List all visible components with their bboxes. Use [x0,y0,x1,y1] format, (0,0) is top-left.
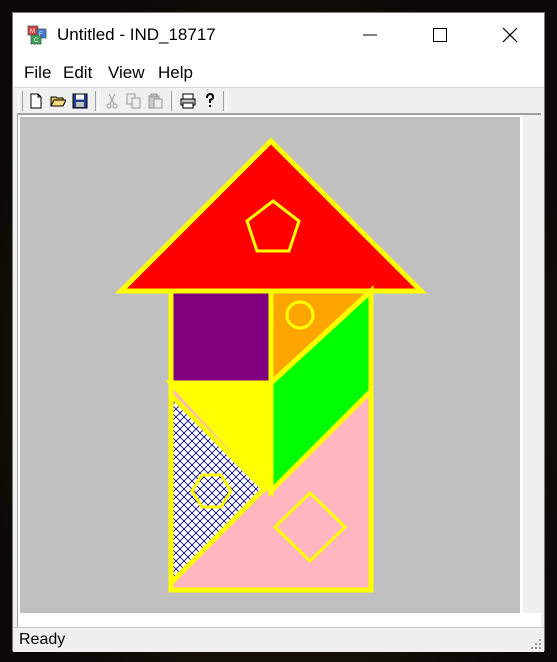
maximize-icon [433,28,447,42]
status-text: Ready [19,631,66,648]
cut-icon [106,93,118,109]
copy-icon [126,93,141,109]
horizontal-scrollbar[interactable] [18,613,541,627]
window-title: Untitled - IND_18717 [57,25,216,44]
minimize-icon [363,34,377,36]
save-icon [72,93,88,109]
help-icon [206,93,215,107]
menu-view[interactable]: View [108,63,145,83]
help-button[interactable] [199,90,221,112]
minimize-button[interactable] [335,13,405,57]
print-icon [180,93,196,109]
toolbar [13,87,544,114]
new-icon [30,93,42,109]
document-view[interactable] [17,113,541,627]
app-icon: M F C [27,25,47,45]
menu-bar: File Edit View Help [13,57,544,87]
toolbar-separator [223,91,227,111]
title-bar[interactable]: M F C Untitled - IND_18717 [13,13,544,57]
drawing-canvas[interactable] [20,117,520,614]
app-window: M F C Untitled - IND_18717 File Edit Vie… [12,12,545,652]
menu-edit[interactable]: Edit [63,63,92,83]
maximize-button[interactable] [405,13,475,57]
save-button[interactable] [69,90,91,112]
toolbar-separator [95,91,99,111]
print-button[interactable] [177,90,199,112]
toolbar-grip[interactable] [18,91,23,111]
size-grip-icon[interactable] [530,638,542,650]
toolbar-separator [171,91,175,111]
cut-button[interactable] [101,90,123,112]
status-bar: Ready [13,627,544,652]
paste-button[interactable] [145,90,167,112]
close-icon [502,27,518,43]
copy-button[interactable] [123,90,145,112]
drawing [114,137,428,593]
roof-triangle [114,137,428,294]
paste-icon [148,93,163,109]
open-icon [50,96,66,107]
menu-help[interactable]: Help [158,63,193,83]
svg-text:F: F [39,32,43,38]
open-button[interactable] [47,90,69,112]
close-button[interactable] [475,13,545,57]
svg-text:C: C [34,38,39,44]
svg-text:M: M [30,29,35,35]
purple-square [168,288,274,386]
vertical-scrollbar[interactable] [523,115,541,627]
new-button[interactable] [25,90,47,112]
menu-file[interactable]: File [24,63,51,83]
